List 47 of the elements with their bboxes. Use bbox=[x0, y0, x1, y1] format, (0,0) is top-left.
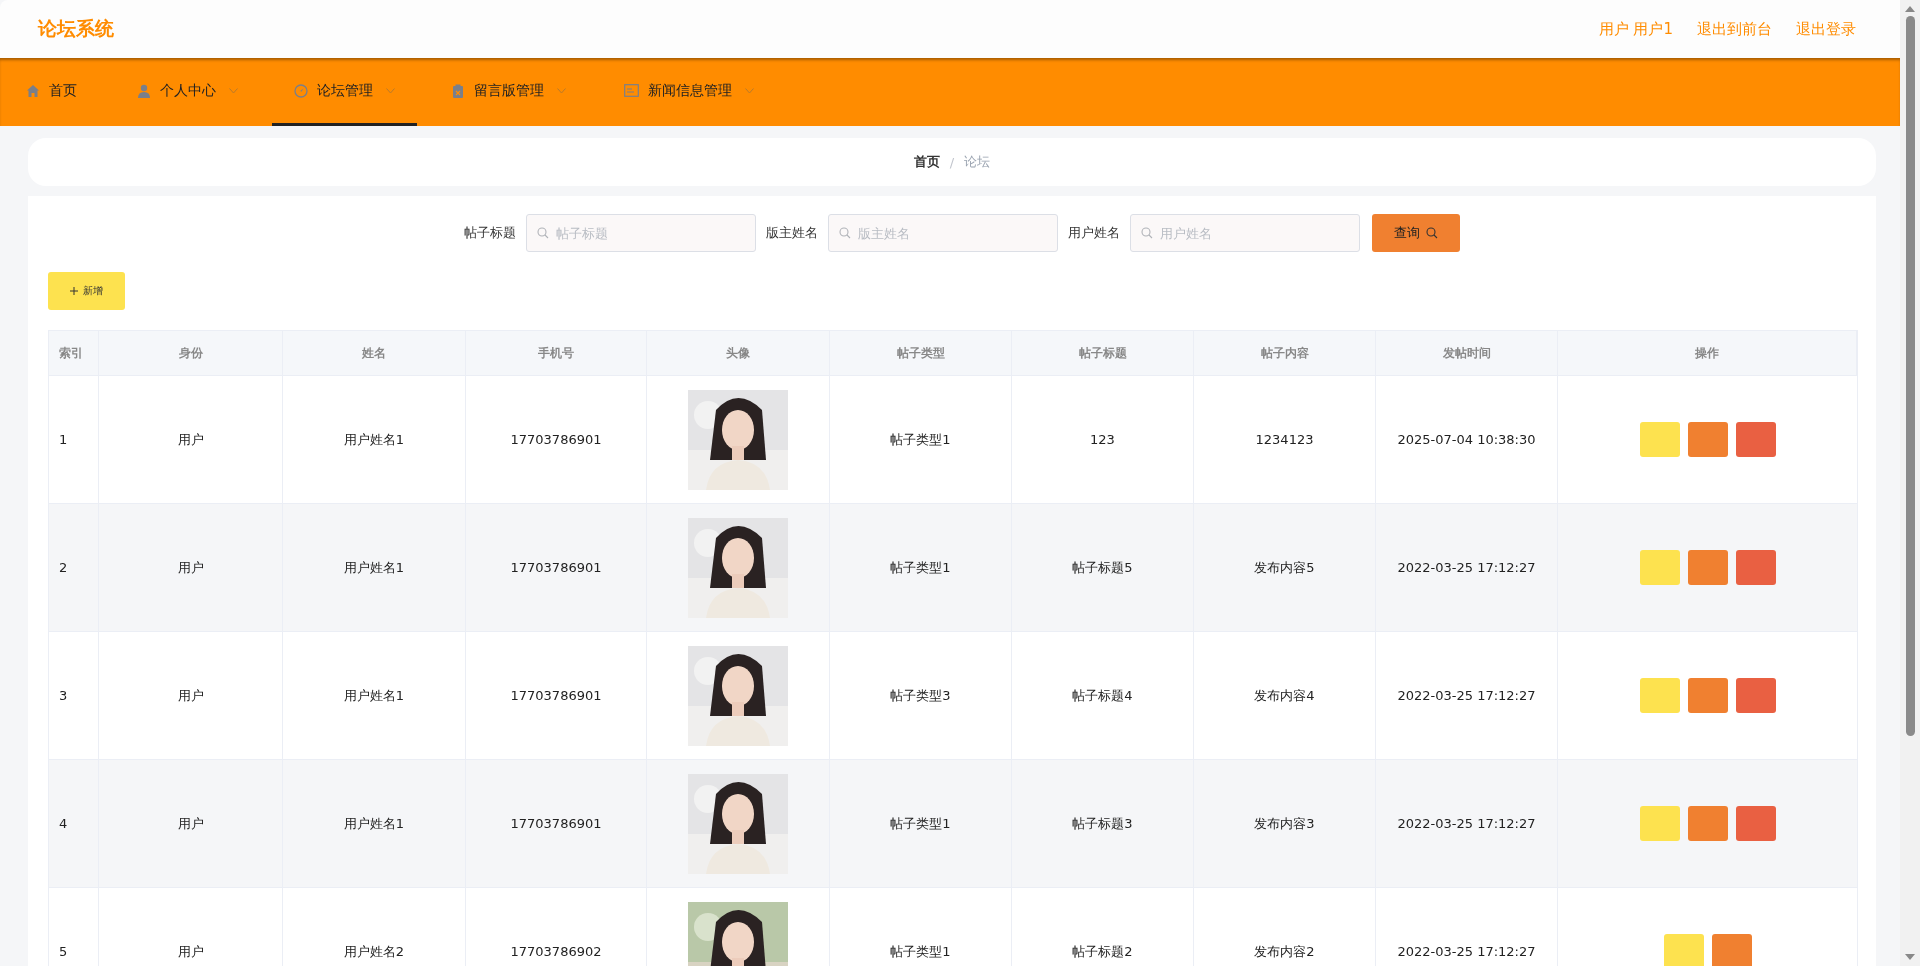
plus-icon bbox=[70, 287, 78, 295]
scrollbar[interactable] bbox=[1900, 0, 1920, 966]
action-button[interactable] bbox=[1735, 806, 1776, 841]
action-button[interactable] bbox=[1735, 422, 1776, 457]
nav-item[interactable]: 论坛管理 bbox=[272, 58, 417, 126]
action-button[interactable] bbox=[1687, 678, 1728, 713]
action-button[interactable] bbox=[1711, 934, 1752, 966]
user-label: 用户 用户1 bbox=[1598, 19, 1673, 39]
add-button[interactable]: 新增 bbox=[48, 272, 125, 310]
card-icon bbox=[624, 84, 639, 97]
compass-icon bbox=[294, 83, 308, 98]
nav-item[interactable]: 个人中心 bbox=[115, 58, 260, 126]
user-icon bbox=[137, 83, 151, 98]
search-field[interactable]: 用户姓名 bbox=[1130, 214, 1360, 252]
app-title: 论坛系统 bbox=[38, 16, 114, 41]
search-field[interactable]: 帖子标题 bbox=[526, 214, 756, 252]
table-cell: 帖子类型1 bbox=[830, 888, 1012, 966]
clipboard-icon bbox=[451, 83, 465, 98]
action-button[interactable] bbox=[1735, 678, 1776, 713]
table-cell: 5 bbox=[49, 888, 99, 966]
action-button[interactable] bbox=[1687, 806, 1728, 841]
scroll-down-icon bbox=[1905, 954, 1915, 960]
home-icon bbox=[26, 83, 40, 98]
table-cell: 发布内容2 bbox=[1194, 888, 1376, 966]
search-icon bbox=[1141, 227, 1153, 239]
field-label: 用户姓名 bbox=[1068, 224, 1120, 242]
search-icon bbox=[839, 227, 851, 239]
breadcrumb-link[interactable]: 首页 bbox=[913, 153, 940, 171]
nav-item[interactable]: 留言版管理 bbox=[429, 58, 588, 126]
scroll-up-icon bbox=[1905, 6, 1915, 12]
field-label: 版主姓名 bbox=[766, 224, 818, 242]
table-cell: 17703786902 bbox=[466, 888, 647, 966]
search-field[interactable]: 版主姓名 bbox=[828, 214, 1058, 252]
nav-item[interactable]: 首页 bbox=[4, 58, 99, 126]
field-label: 帖子标题 bbox=[464, 224, 516, 242]
action-button[interactable] bbox=[1687, 550, 1728, 585]
table-cell: 用户 bbox=[99, 888, 283, 966]
table-cell: 帖子标题2 bbox=[1012, 888, 1194, 966]
search-icon bbox=[537, 227, 549, 239]
breadcrumb-separator: / bbox=[949, 154, 955, 170]
search-button[interactable]: 查询 bbox=[1372, 214, 1460, 252]
search-icon bbox=[1426, 227, 1438, 239]
table-cell: 2022-03-25 17:12:27 bbox=[1376, 888, 1558, 966]
action-button[interactable] bbox=[1687, 422, 1728, 457]
table-cell: 用户姓名2 bbox=[283, 888, 466, 966]
nav-item[interactable]: 新闻信息管理 bbox=[602, 58, 776, 126]
action-button[interactable] bbox=[1735, 550, 1776, 585]
